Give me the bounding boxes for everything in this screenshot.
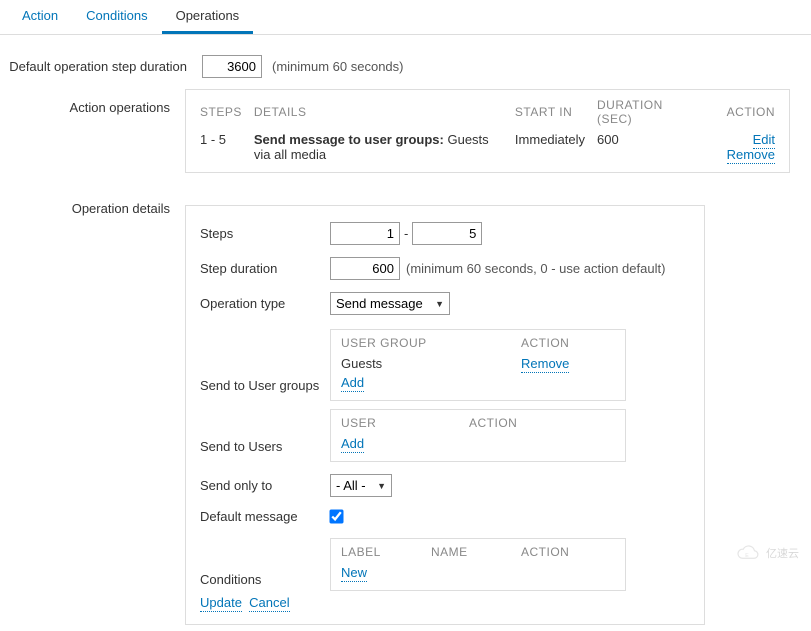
steps-label: Steps (200, 226, 330, 241)
ug-col-group: User group (341, 336, 521, 350)
u-col-action: Action (469, 416, 517, 430)
svg-text:E: E (745, 553, 749, 559)
operation-type-select[interactable]: Send message (330, 292, 450, 315)
tab-action[interactable]: Action (8, 0, 72, 34)
c-col-name: Name (431, 545, 521, 559)
ug-col-action: Action (521, 336, 569, 350)
steps-from-input[interactable] (330, 222, 400, 245)
ug-name: Guests (341, 356, 521, 371)
action-operations-label: Action operations (0, 96, 185, 115)
operations-table: Steps Details Start in Duration (sec) Ac… (194, 96, 781, 166)
tabs: Action Conditions Operations (0, 0, 811, 35)
c-new-link[interactable]: New (341, 565, 367, 582)
watermark: E 亿速云 (732, 543, 799, 563)
send-to-user-groups-label: Send to User groups (200, 378, 330, 401)
step-duration-label: Step duration (200, 261, 330, 276)
operation-details-label: Operation details (0, 197, 185, 216)
steps-to-input[interactable] (412, 222, 482, 245)
c-col-action: Action (521, 545, 569, 559)
tab-operations[interactable]: Operations (162, 0, 254, 34)
u-add-link[interactable]: Add (341, 436, 364, 453)
default-message-checkbox[interactable] (329, 509, 343, 523)
row-steps: 1 - 5 (194, 128, 248, 166)
ug-remove-link[interactable]: Remove (521, 356, 569, 373)
col-details: Details (248, 96, 509, 128)
users-table: User Action Add (330, 409, 626, 462)
user-groups-table: User group Action Guests Remove Add (330, 329, 626, 401)
col-duration: Duration (sec) (591, 96, 701, 128)
default-step-hint: (minimum 60 seconds) (272, 59, 404, 74)
operation-type-label: Operation type (200, 296, 330, 311)
default-step-label: Default operation step duration (2, 55, 202, 74)
cloud-icon: E (732, 543, 762, 563)
operation-details-panel: Steps - Step duration (minimum 60 second… (185, 205, 705, 625)
step-duration-input[interactable] (330, 257, 400, 280)
send-only-to-select[interactable]: - All - (330, 474, 392, 497)
col-steps: Steps (194, 96, 248, 128)
col-start: Start in (509, 96, 591, 128)
cancel-button[interactable]: Cancel (249, 595, 289, 612)
default-step-input[interactable] (202, 55, 262, 78)
col-action: Action (701, 96, 781, 128)
row-details: Send message to user groups: Guests via … (248, 128, 509, 166)
remove-link[interactable]: Remove (727, 147, 775, 164)
tab-conditions[interactable]: Conditions (72, 0, 161, 34)
c-col-label: Label (341, 545, 431, 559)
conditions-table: Label Name Action New (330, 538, 626, 591)
row-duration: 600 (591, 128, 701, 166)
send-to-users-label: Send to Users (200, 439, 330, 462)
step-duration-hint: (minimum 60 seconds, 0 - use action defa… (406, 261, 665, 276)
u-col-user: User (341, 416, 469, 430)
user-group-row: Guests Remove (341, 354, 615, 373)
table-row: 1 - 5 Send message to user groups: Guest… (194, 128, 781, 166)
send-only-to-label: Send only to (200, 478, 330, 493)
row-start: Immediately (509, 128, 591, 166)
update-button[interactable]: Update (200, 595, 242, 612)
default-message-label: Default message (200, 509, 330, 524)
ug-add-link[interactable]: Add (341, 375, 364, 392)
